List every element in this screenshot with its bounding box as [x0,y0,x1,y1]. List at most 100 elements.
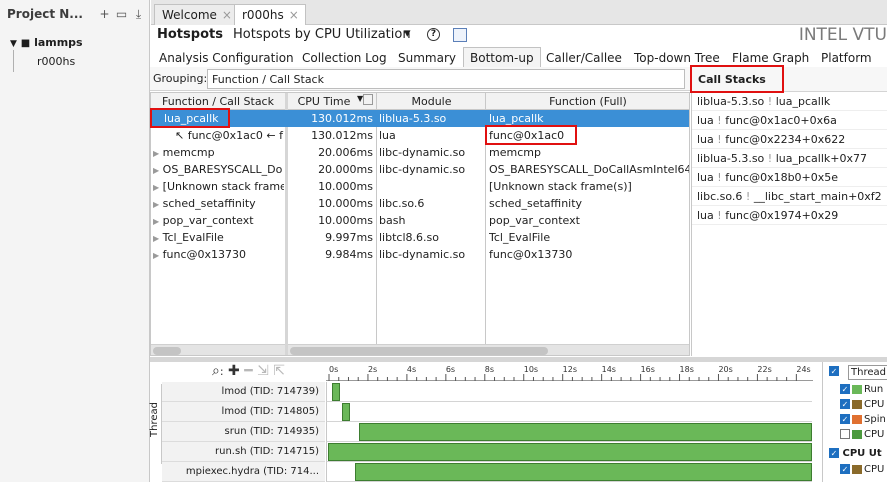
tab-analysis-configuration[interactable]: Analysis Configuration [159,51,294,65]
thread-running-segment[interactable] [355,463,812,481]
expand-triangle-icon[interactable]: ▶ [153,251,159,260]
zoom-in-icon[interactable]: ✚ [228,363,240,379]
call-stack-item[interactable]: libc.so.6 ! __libc_start_main+0xf2 [692,187,887,206]
thread-track[interactable] [326,382,812,402]
call-stack-item[interactable]: lua ! func@0x2234+0x622 [692,130,887,149]
checkbox[interactable]: ✓ [840,384,850,394]
timeline-row[interactable]: lmod (TID: 714805) [162,402,812,422]
thread-running-segment[interactable] [328,443,812,461]
expand-triangle-icon[interactable]: ▶ [153,183,159,192]
thread-label: lmod (TID: 714739) [162,382,325,402]
grouping-select[interactable]: Function / Call Stack [207,69,685,89]
import-icon[interactable]: ⤓ [132,7,145,22]
column-header-function-full[interactable]: Function (Full) [487,95,689,108]
zoom-menu-icon[interactable]: : [220,365,224,378]
thread-track[interactable] [326,462,812,482]
expand-triangle-icon[interactable]: ▶ [153,166,159,175]
table-row[interactable]: ▶ [Unknown stack frame 10.000ms [Unknown… [151,178,689,195]
legend-item[interactable]: CPU [840,429,884,440]
tab-summary[interactable]: Summary [398,51,456,65]
tab-collection-log[interactable]: Collection Log [302,51,387,65]
tab-bottom-up[interactable]: Bottom-up [463,47,541,67]
scrollbar-thumb[interactable] [290,347,548,355]
legend-group-checkbox[interactable]: ✓ [829,366,839,376]
column-header-cpu-time[interactable]: CPU Time [289,95,359,108]
expand-triangle-icon[interactable]: ▶ [153,149,159,158]
ruler-tick-label: 6s [446,365,455,374]
row-function-full: Tcl_EvalFile [489,231,551,244]
timeline-row[interactable]: run.sh (TID: 714715) [162,442,812,462]
horizontal-scrollbar[interactable] [151,344,285,355]
row-cpu-time: 20.000ms [318,163,373,176]
table-row[interactable]: ▶ pop_var_context 10.000ms bash pop_var_… [151,212,689,229]
table-row[interactable]: ▶ sched_setaffinity 10.000ms libc.so.6 s… [151,195,689,212]
tab-platform[interactable]: Platform [821,51,872,65]
expand-triangle-icon[interactable]: ▶ [153,234,159,243]
ruler-tick-label: 8s [485,365,494,374]
column-header-module[interactable]: Module [379,95,484,108]
legend-item[interactable]: ✓ Run [840,384,883,395]
legend-item[interactable]: ✓ CPU [840,464,884,475]
expand-triangle-icon[interactable]: ▼ [10,39,17,49]
timeline-row[interactable]: srun (TID: 714935) [162,422,812,442]
zoom-reset-icon[interactable]: ⇱ [273,363,285,379]
tree-item-lammps[interactable]: ▼ ■ lammps [10,36,83,49]
tab-caller-callee[interactable]: Caller/Callee [546,51,622,65]
configure-icon[interactable] [453,28,467,42]
separator: ! [767,152,773,165]
analysis-subtitle: Hotspots by CPU Utilization [233,27,411,42]
column-options-icon[interactable] [363,94,373,105]
table-row[interactable]: ▶ memcmp 20.006ms libc-dynamic.so memcmp [151,144,689,161]
checkbox[interactable]: ✓ [829,448,839,458]
close-icon[interactable]: × [289,8,299,22]
tab-r000hs[interactable]: r000hs × [234,4,306,25]
call-stack-item[interactable]: liblua-5.3.so ! lua_pcallk+0x77 [692,149,887,168]
timeline-ruler[interactable]: 0s 2s 4s 6s 8s 10s 12s 14s 16s 18s 20s 22s 24s [326,362,813,381]
tab-top-down-tree[interactable]: Top-down Tree [634,51,720,65]
checkbox[interactable]: ✓ [840,399,850,409]
thread-running-segment[interactable] [341,403,350,421]
call-stack-item[interactable]: lua ! func@0x1ac0+0x6a [692,111,887,130]
help-icon[interactable]: ? [427,28,440,41]
tab-welcome[interactable]: Welcome × [154,4,239,25]
expand-triangle-icon[interactable]: ▶ [153,200,159,209]
checkbox[interactable]: ✓ [840,414,850,424]
checkbox[interactable] [840,429,850,439]
viewpoint-dropdown-icon[interactable]: ▾ [404,26,411,41]
zoom-search-icon[interactable]: ⌕ [212,363,220,379]
legend-select[interactable]: Thread [848,365,887,380]
column-header-function[interactable]: Function / Call Stack [151,95,285,108]
thread-running-segment[interactable] [331,383,340,401]
horizontal-scrollbar[interactable] [288,344,689,355]
row-module: libc-dynamic.so [379,248,466,261]
folder-icon[interactable]: ▭ [115,7,128,21]
table-row[interactable]: ▶ OS_BARESYSCALL_Do 20.000ms libc-dynami… [151,161,689,178]
tree-item-r000hs[interactable]: r000hs [37,55,75,68]
expand-triangle-icon[interactable]: ▶ [153,217,159,226]
thread-track[interactable] [326,442,812,462]
timeline-row[interactable]: lmod (TID: 714739) [162,382,812,402]
stack-module: lua [697,133,714,146]
stack-module: lua [697,114,714,127]
thread-running-segment[interactable] [359,423,812,441]
call-stack-item[interactable]: lua ! func@0x18b0+0x5e [692,168,887,187]
table-row[interactable]: ▶ Tcl_EvalFile 9.997ms libtcl8.6.so Tcl_… [151,229,689,246]
table-row[interactable]: lua_pcallk 130.012ms liblua-5.3.so lua_p… [151,110,689,127]
legend-group[interactable]: ✓ CPU Ut [829,448,882,459]
call-stack-item[interactable]: lua ! func@0x1974+0x29 [692,206,887,225]
scrollbar-thumb[interactable] [153,347,181,355]
timeline-row[interactable]: mpiexec.hydra (TID: 714... [162,462,812,482]
thread-track[interactable] [326,402,812,422]
legend-item[interactable]: ✓ CPU [840,399,884,410]
zoom-selection-icon[interactable]: ⇲ [257,363,269,379]
add-icon[interactable]: + [98,7,111,21]
zoom-out-icon[interactable]: ━ [244,363,252,379]
close-icon[interactable]: × [222,8,232,22]
legend-item[interactable]: ✓ Spin [840,414,886,425]
checkbox[interactable]: ✓ [840,464,850,474]
thread-track[interactable] [326,422,812,442]
table-row[interactable]: ↖ func@0x1ac0 ← f 130.012ms lua func@0x1… [151,127,689,144]
tab-flame-graph[interactable]: Flame Graph [732,51,809,65]
call-stack-item[interactable]: liblua-5.3.so ! lua_pcallk [692,92,887,111]
table-row[interactable]: ▶ func@0x13730 9.984ms libc-dynamic.so f… [151,246,689,263]
